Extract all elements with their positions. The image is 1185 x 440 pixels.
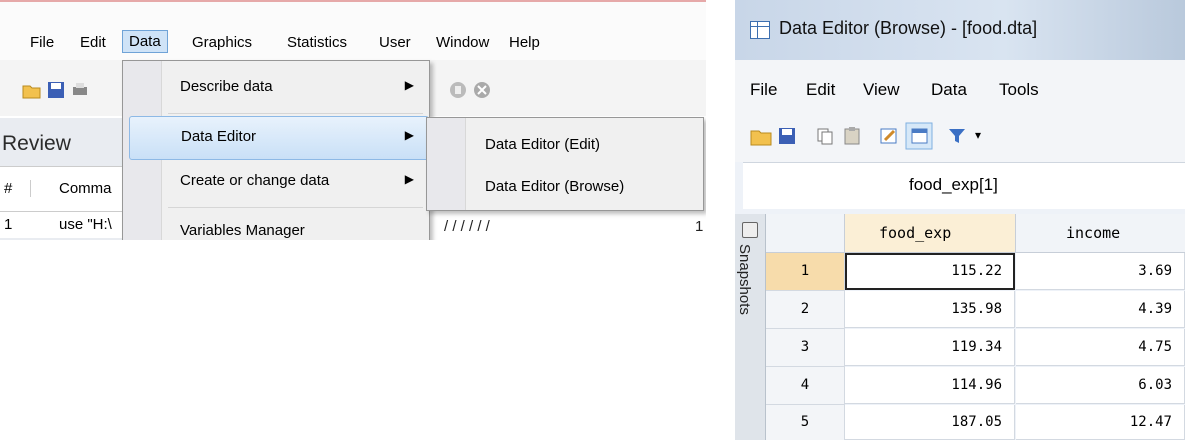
filter-icon[interactable]	[947, 126, 967, 146]
editor-menu-view[interactable]: View	[863, 80, 900, 100]
editor-menu-data[interactable]: Data	[931, 80, 967, 100]
menu-item-label: Create or change data	[180, 172, 330, 189]
menu-item-data-editor-browse[interactable]: Data Editor (Browse)	[485, 178, 624, 195]
menu-edit[interactable]: Edit	[74, 32, 112, 53]
cell-income[interactable]: 4.39	[1016, 291, 1185, 328]
cell-food-exp[interactable]: 135.98	[845, 291, 1015, 328]
variables-manager-icon[interactable]	[879, 126, 899, 146]
data-grid: Snapshots food_exp income 1 115.22 3.69 …	[735, 214, 1185, 440]
menu-separator	[168, 113, 423, 114]
data-editor-submenu: Data Editor (Edit) Data Editor (Browse)	[426, 117, 704, 211]
cell-income[interactable]: 12.47	[1016, 405, 1185, 440]
toolbar-overflow-icon[interactable]: ▾	[975, 128, 981, 142]
menu-item-variables-manager[interactable]: Variables Manager	[162, 211, 428, 240]
print-icon[interactable]	[70, 80, 90, 100]
properties-icon[interactable]	[905, 122, 933, 150]
menu-item-data-editor-edit[interactable]: Data Editor (Edit)	[485, 136, 600, 153]
results-background-end: 1	[695, 218, 704, 235]
submenu-arrow-icon: ▶	[404, 128, 414, 142]
row-number[interactable]: 5	[766, 405, 845, 440]
cell-indicator-bar: food_exp[1]	[743, 162, 1185, 209]
review-header: # Comma	[0, 166, 122, 212]
menu-file[interactable]: File	[24, 32, 60, 53]
menu-item-data-editor[interactable]: Data Editor ▶	[129, 116, 429, 160]
open-folder-icon[interactable]	[750, 126, 772, 146]
menu-statistics[interactable]: Statistics	[281, 32, 353, 53]
menu-gutter	[427, 118, 466, 210]
review-row-number: 1	[4, 216, 13, 233]
review-row[interactable]: 1 use "H:\	[0, 212, 122, 238]
snapshots-panel-tab[interactable]: Snapshots	[735, 214, 766, 440]
column-header-food-exp[interactable]: food_exp	[845, 214, 1016, 253]
current-cell-label: food_exp[1]	[909, 175, 998, 194]
paste-icon[interactable]	[842, 126, 862, 146]
row-number[interactable]: 3	[766, 329, 845, 367]
cell-food-exp[interactable]: 114.96	[845, 367, 1015, 404]
data-menu-dropdown: Describe data ▶ Data Editor ▶ Create or …	[122, 60, 430, 240]
menu-separator	[168, 207, 423, 208]
cell-food-exp[interactable]: 119.34	[845, 329, 1015, 366]
menu-help[interactable]: Help	[503, 32, 546, 53]
menu-bar: File Edit Data Graphics Statistics User …	[0, 2, 706, 60]
review-title: Review	[2, 132, 71, 155]
table-icon	[750, 21, 770, 39]
menu-window[interactable]: Window	[430, 32, 495, 53]
menu-item-create-change-data[interactable]: Create or change data ▶	[162, 161, 428, 203]
column-header-label: income	[1066, 224, 1121, 242]
submenu-arrow-icon: ▶	[404, 172, 414, 186]
row-header-corner[interactable]	[766, 214, 845, 253]
submenu-arrow-icon: ▶	[404, 78, 414, 92]
menu-item-label: Data Editor	[181, 128, 257, 145]
row-number[interactable]: 2	[766, 291, 845, 329]
cell-income[interactable]: 6.03	[1016, 367, 1185, 404]
editor-menu-file[interactable]: File	[750, 80, 777, 100]
cell-income[interactable]: 4.75	[1016, 329, 1185, 366]
copy-icon[interactable]	[815, 126, 835, 146]
menu-user[interactable]: User	[373, 32, 417, 53]
stata-main-window: File Edit Data Graphics Statistics User …	[0, 0, 706, 240]
menu-graphics[interactable]: Graphics	[186, 32, 258, 53]
stop-icon[interactable]	[472, 80, 492, 100]
editor-toolbar: ▾	[735, 110, 1185, 162]
menu-item-label: Variables Manager	[180, 222, 305, 239]
save-icon[interactable]	[777, 126, 797, 146]
window-title: Data Editor (Browse) - [food.dta]	[779, 18, 1038, 38]
break-icon[interactable]	[448, 80, 468, 100]
column-header-income[interactable]: income	[1016, 214, 1185, 253]
review-row-command: use "H:\	[59, 216, 112, 233]
cell-income[interactable]: 3.69	[1016, 253, 1185, 290]
save-icon[interactable]	[46, 80, 66, 100]
row-number[interactable]: 1	[766, 253, 845, 291]
menu-item-label: Describe data	[180, 78, 273, 95]
cell-food-exp[interactable]: 115.22	[845, 253, 1015, 290]
cell-food-exp[interactable]: 187.05	[845, 405, 1015, 440]
title-bar: Data Editor (Browse) - [food.dta]	[735, 0, 1185, 60]
review-panel: Review # Comma 1 use "H:\	[0, 118, 122, 240]
column-header-label: food_exp	[879, 224, 952, 242]
snapshots-label: Snapshots	[736, 244, 753, 315]
open-folder-icon[interactable]	[22, 80, 42, 100]
editor-menu-edit[interactable]: Edit	[806, 80, 835, 100]
menu-data[interactable]: Data	[122, 30, 168, 53]
results-background-text: / / / / / /	[444, 218, 490, 235]
row-number[interactable]: 4	[766, 367, 845, 405]
data-editor-window: Data Editor (Browse) - [food.dta] File E…	[735, 0, 1185, 440]
menu-item-describe-data[interactable]: Describe data ▶	[162, 67, 428, 109]
snapshot-icon	[742, 222, 758, 238]
column-command-header[interactable]: Comma	[30, 180, 112, 197]
column-number-header[interactable]: #	[4, 180, 12, 197]
editor-menu-tools[interactable]: Tools	[999, 80, 1039, 100]
